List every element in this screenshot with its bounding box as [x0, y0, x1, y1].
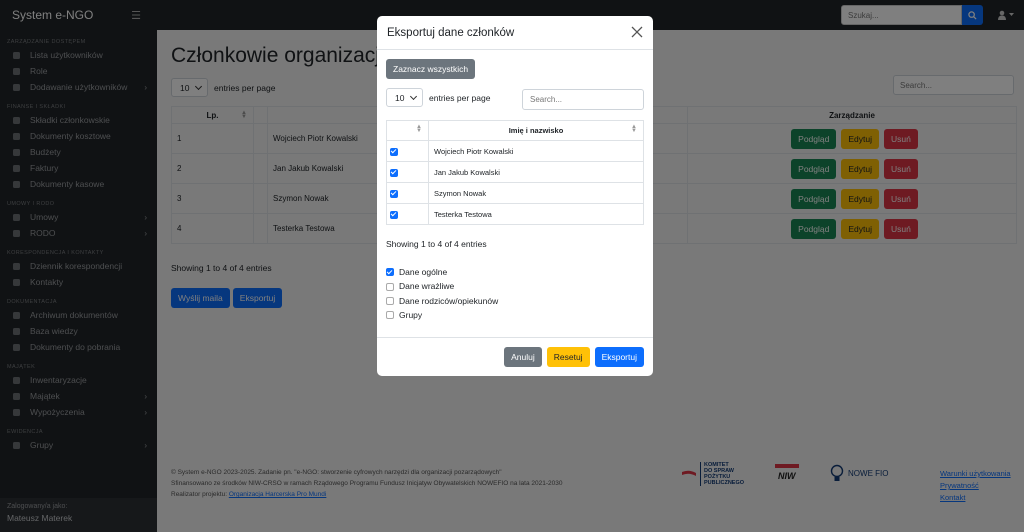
row-checkbox[interactable] [390, 210, 398, 219]
table-row: Wojciech Piotr Kowalski [386, 140, 644, 162]
close-icon[interactable] [631, 26, 643, 38]
option-label: Grupy [399, 310, 423, 321]
col-full-name[interactable]: Imię i nazwisko ▲ ▼ [428, 120, 644, 141]
cancel-button[interactable]: Anuluj [504, 347, 542, 367]
option-checkbox[interactable] [386, 282, 394, 291]
sort-icon: ▲▼ [631, 124, 637, 134]
chevron-down-icon [409, 92, 418, 101]
export-options: Dane ogólne Dane wrażliwe Dane rodziców/op… [386, 265, 498, 323]
modal-entries-label: entries per page [429, 92, 491, 103]
export-option[interactable]: Dane rodziców/opiekunów [386, 294, 498, 308]
row-checkbox[interactable] [390, 168, 398, 177]
cell-name: Wojciech Piotr Kowalski [428, 140, 644, 162]
row-checkbox[interactable] [390, 189, 398, 198]
sort-icon: ▲▼ [416, 124, 422, 134]
table-row: Jan Jakub Kowalski [386, 161, 644, 183]
option-label: Dane wrażliwe [399, 281, 455, 292]
cell-checkbox [386, 140, 429, 162]
modal-page-size-select[interactable]: 10 [386, 88, 423, 107]
modal-title: Eksportuj dane członków [387, 26, 515, 39]
export-confirm-button[interactable]: Eksportuj [594, 347, 644, 367]
cell-name: Jan Jakub Kowalski [428, 161, 644, 183]
export-modal: Eksportuj dane członków Zaznacz wszystki… [377, 16, 653, 376]
table-row: Szymon Nowak [386, 182, 644, 204]
option-checkbox[interactable] [386, 297, 394, 306]
modal-search-input[interactable]: Search... [522, 89, 644, 110]
modal-header: Eksportuj dane członków [377, 16, 653, 50]
cell-checkbox [386, 203, 429, 225]
reset-button[interactable]: Resetuj [546, 347, 590, 367]
cell-checkbox [386, 161, 429, 183]
col-select[interactable]: ▲ ▼ [386, 120, 429, 141]
table-row: Testerka Testowa [386, 203, 644, 225]
option-checkbox[interactable] [386, 268, 394, 277]
option-label: Dane ogólne [399, 267, 448, 277]
modal-table-info: Showing 1 to 4 of 4 entries [386, 239, 487, 249]
cell-name: Szymon Nowak [428, 182, 644, 204]
modal-members-table: ▲ ▼ Imię i nazwisko ▲ ▼ Wojciech Piotr Kowa… [386, 120, 644, 225]
select-all-button[interactable]: Zaznacz wszystkich [386, 59, 476, 79]
row-checkbox[interactable] [390, 147, 398, 156]
cell-name: Testerka Testowa [428, 203, 644, 225]
option-checkbox[interactable] [386, 311, 394, 320]
export-option[interactable]: Dane ogólne [386, 265, 498, 279]
export-option[interactable]: Grupy [386, 308, 498, 322]
modal-footer: Anuluj Resetuj Eksportuj [377, 337, 653, 376]
option-label: Dane rodziców/opiekunów [399, 295, 499, 306]
export-option[interactable]: Dane wrażliwe [386, 279, 498, 293]
cell-checkbox [386, 182, 429, 204]
